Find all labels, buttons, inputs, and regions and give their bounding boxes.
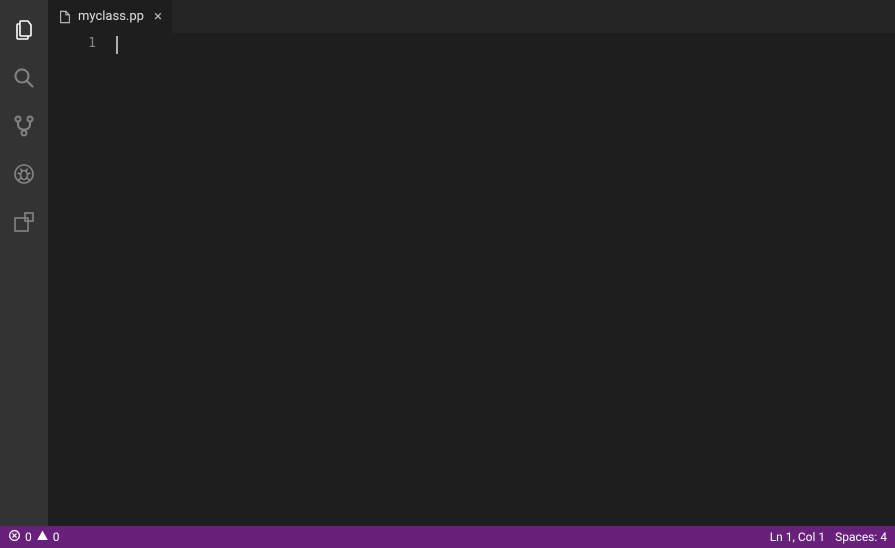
debug-activity[interactable]: [0, 152, 48, 200]
error-count: 0: [25, 530, 32, 544]
cursor-position-status[interactable]: Ln 1, Col 1: [770, 530, 825, 544]
line-number: 1: [48, 36, 96, 51]
status-bar: 0 0 Ln 1, Col 1 Spaces: 4: [0, 526, 895, 548]
problems-status[interactable]: 0 0: [8, 529, 60, 545]
extensions-icon: [12, 210, 36, 238]
activity-bar: [0, 0, 48, 526]
search-activity[interactable]: [0, 56, 48, 104]
error-icon: [8, 529, 21, 545]
warning-icon: [36, 529, 49, 545]
extensions-activity[interactable]: [0, 200, 48, 248]
editor-region: myclass.pp × 1: [48, 0, 895, 526]
code-text-area[interactable]: [116, 33, 895, 526]
tab-bar: myclass.pp ×: [48, 0, 895, 33]
explorer-activity[interactable]: [0, 8, 48, 56]
tab-filename: myclass.pp: [78, 9, 144, 24]
git-branch-icon: [12, 114, 36, 142]
search-icon: [12, 66, 36, 94]
debug-icon: [12, 162, 36, 190]
close-tab-button[interactable]: ×: [154, 9, 162, 24]
indentation-status[interactable]: Spaces: 4: [835, 530, 887, 544]
editor-body[interactable]: 1: [48, 33, 895, 526]
source-control-activity[interactable]: [0, 104, 48, 152]
warning-count: 0: [53, 530, 60, 544]
text-cursor: [116, 36, 895, 54]
line-number-gutter: 1: [48, 33, 116, 526]
file-icon: [58, 10, 72, 24]
files-icon: [12, 18, 36, 46]
open-file-tab[interactable]: myclass.pp ×: [48, 0, 172, 33]
